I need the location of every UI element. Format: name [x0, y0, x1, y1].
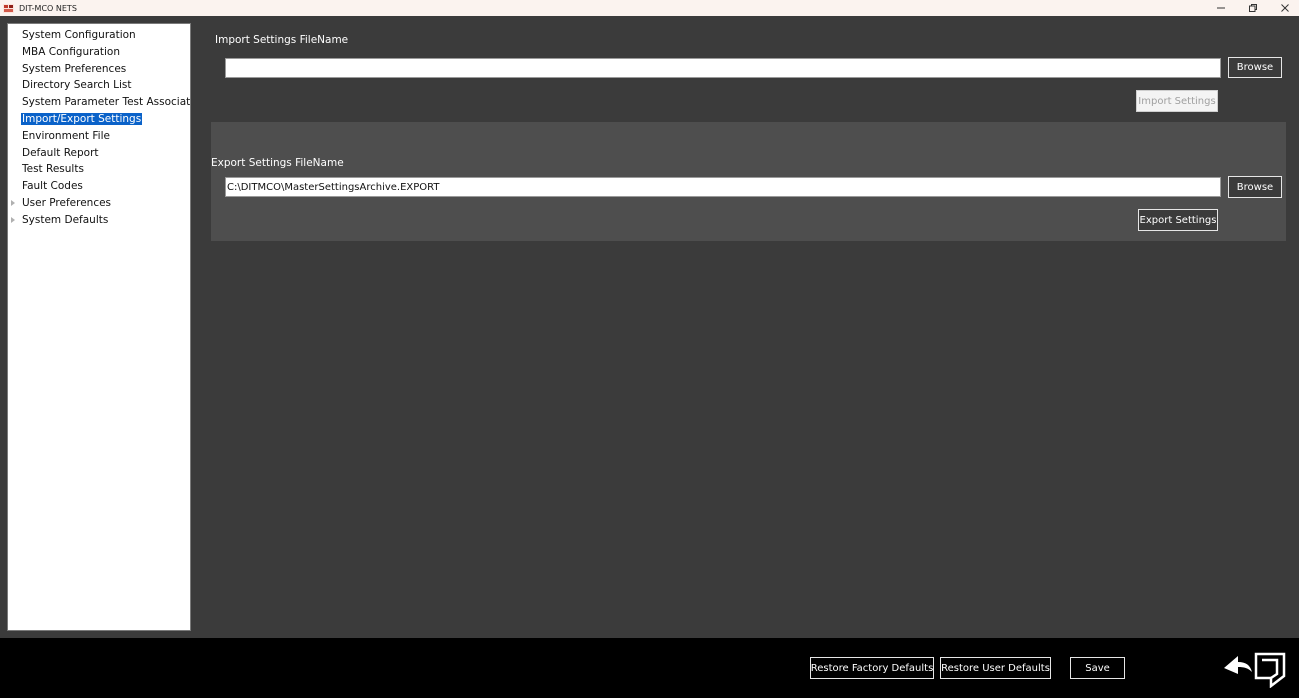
app-logo-icon [3, 3, 14, 13]
sidebar-item[interactable]: Import/Export Settings [8, 111, 190, 128]
sidebar-item[interactable]: Test Results [8, 161, 190, 178]
sidebar-item-label: System Configuration [22, 29, 136, 41]
back-arrow-icon[interactable] [1222, 650, 1288, 689]
restore-user-defaults-button[interactable]: Restore User Defaults [940, 657, 1051, 679]
sidebar-item-label: Environment File [22, 129, 110, 142]
export-settings-button[interactable]: Export Settings [1138, 209, 1218, 231]
import-settings-button[interactable]: Import Settings [1136, 90, 1218, 112]
restore-icon[interactable] [1239, 0, 1267, 16]
restore-factory-defaults-button[interactable]: Restore Factory Defaults [810, 657, 934, 679]
sidebar-item-label: System Defaults [22, 213, 109, 226]
sidebar-item-label: Test Results [22, 163, 84, 176]
settings-tree[interactable]: System Configuration MBA Configuration Sys… [7, 23, 191, 631]
sidebar-item[interactable]: User Preferences [8, 195, 190, 212]
save-button[interactable]: Save [1070, 657, 1125, 679]
sidebar-item[interactable]: System Defaults [8, 212, 190, 229]
sidebar-item-label: System Preferences [22, 62, 127, 75]
sidebar-item[interactable]: System Preferences [8, 61, 190, 78]
sidebar-item-label: MBA Configuration [22, 45, 120, 58]
export-filename-label: Export Settings FileName [211, 157, 344, 169]
sidebar-item[interactable]: System Parameter Test Associations [8, 94, 190, 111]
sidebar-item[interactable]: System Configuration [8, 27, 190, 44]
sidebar-item-label: User Preferences [22, 196, 112, 209]
export-filename-input[interactable] [225, 177, 1221, 197]
import-browse-button[interactable]: Browse [1228, 57, 1282, 78]
sidebar-item[interactable]: Environment File [8, 128, 190, 145]
expand-chevron-icon[interactable] [11, 216, 15, 223]
window-title: DIT-MCO NETS [19, 3, 77, 13]
title-bar: DIT-MCO NETS [0, 0, 1299, 16]
sidebar-item[interactable]: Fault Codes [8, 178, 190, 195]
sidebar-item-label: System Parameter Test Associations [22, 96, 191, 109]
main-area: System Configuration MBA Configuration Sys… [0, 16, 1299, 638]
sidebar-item[interactable]: Default Report [8, 145, 190, 162]
import-filename-label: Import Settings FileName [215, 34, 349, 46]
sidebar-item[interactable]: MBA Configuration [8, 44, 190, 61]
sidebar-item-label: Directory Search List [22, 79, 132, 92]
sidebar-item-label: Default Report [22, 146, 99, 159]
minimize-icon[interactable] [1207, 0, 1235, 16]
footer-bar: Restore Factory Defaults Restore User De… [0, 638, 1299, 698]
close-icon[interactable] [1271, 0, 1299, 16]
import-filename-input[interactable] [225, 58, 1221, 78]
sidebar-item-label: Import/Export Settings [21, 112, 143, 125]
sidebar-item-label: Fault Codes [22, 180, 83, 193]
export-browse-button[interactable]: Browse [1228, 176, 1282, 198]
sidebar-item[interactable]: Directory Search List [8, 77, 190, 94]
expand-chevron-icon[interactable] [11, 199, 15, 206]
